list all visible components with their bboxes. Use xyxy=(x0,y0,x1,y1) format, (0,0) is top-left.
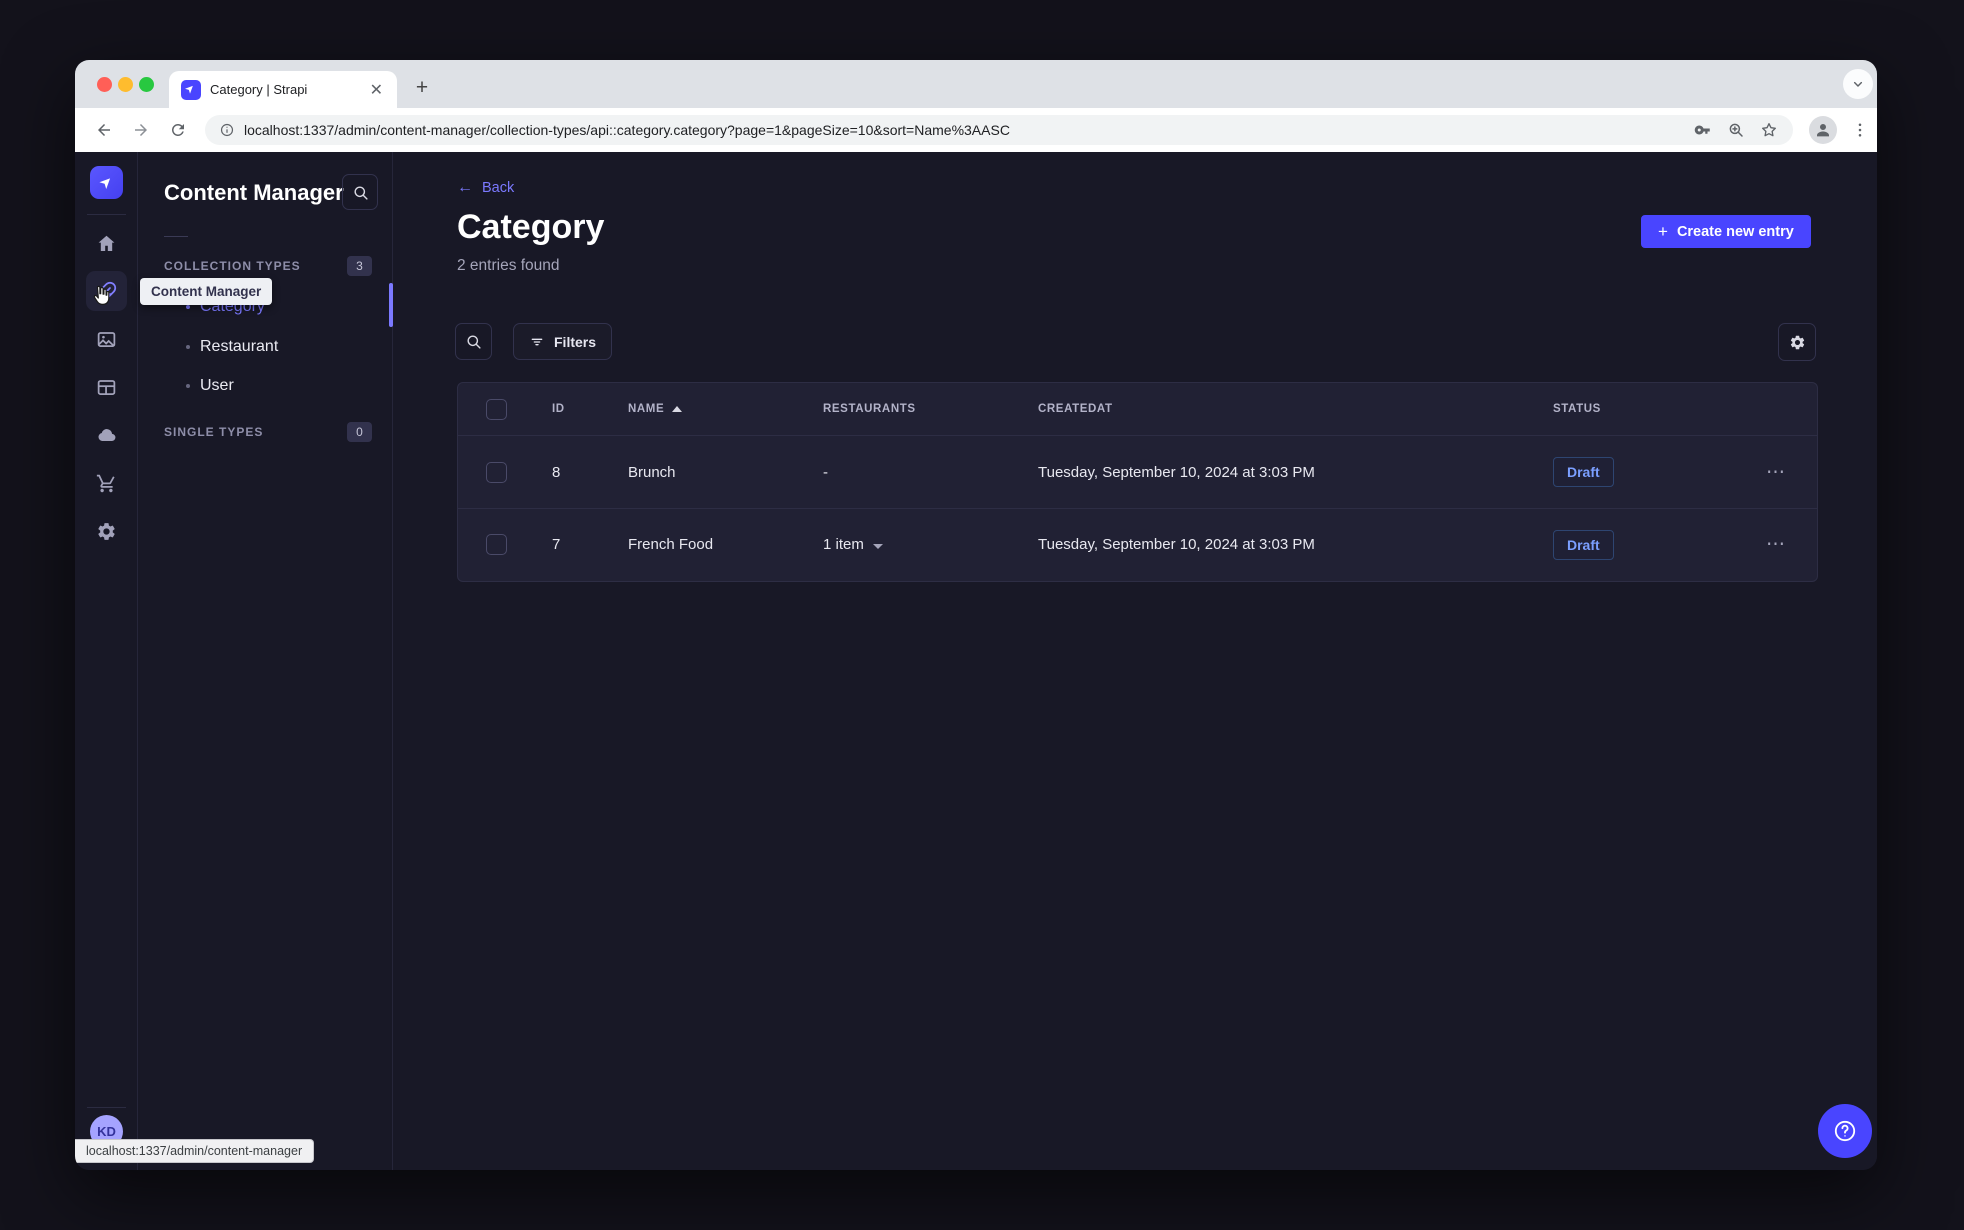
cell-id: 8 xyxy=(552,463,561,481)
url-bar[interactable]: localhost:1337/admin/content-manager/col… xyxy=(205,115,1793,145)
status-badge: Draft xyxy=(1553,529,1614,560)
chevron-down-icon xyxy=(872,544,883,549)
cell-restaurants: - xyxy=(823,463,828,481)
bullet-icon xyxy=(186,345,190,349)
zoom-page-icon[interactable] xyxy=(1727,121,1745,139)
site-info-icon[interactable] xyxy=(219,122,235,138)
browser-forward-icon[interactable] xyxy=(132,121,150,139)
create-new-entry-button[interactable]: + Create new entry xyxy=(1641,215,1811,248)
subnav-search-button[interactable] xyxy=(342,174,378,210)
strapi-logo[interactable]: ➤ xyxy=(90,166,123,199)
sort-asc-icon xyxy=(672,406,683,412)
browser-profile-icon[interactable] xyxy=(1809,116,1837,144)
column-header-name[interactable]: NAME xyxy=(604,403,799,415)
sidebar-item-user[interactable]: User xyxy=(138,366,393,406)
content-type-builder-icon[interactable] xyxy=(86,367,127,407)
row-actions-menu-icon[interactable]: ⋯ xyxy=(1746,534,1786,555)
single-types-label: SINGLE TYPES xyxy=(164,425,264,439)
row-checkbox[interactable] xyxy=(486,534,507,555)
filters-button[interactable]: Filters xyxy=(513,323,613,360)
plus-icon: + xyxy=(1658,221,1668,241)
url-text[interactable]: localhost:1337/admin/content-manager/col… xyxy=(244,122,1694,138)
marketplace-cart-icon[interactable] xyxy=(86,463,127,503)
column-header-id[interactable]: ID xyxy=(528,403,604,415)
table-header-row: ID NAME RESTAURANTS CREATEDAT STATUS xyxy=(458,383,1817,436)
browser-window: ➤ Category | Strapi ✕ + localhost:1337/a… xyxy=(75,60,1877,1170)
fullscreen-window-button[interactable] xyxy=(139,77,154,92)
main-content: ← Back Category 2 entries found + Create… xyxy=(393,152,1877,1170)
row-actions-menu-icon[interactable]: ⋯ xyxy=(1746,462,1786,483)
table-row[interactable]: 8 Brunch - Tuesday, September 10, 2024 a… xyxy=(458,436,1817,508)
collection-types-label: COLLECTION TYPES xyxy=(164,259,301,273)
password-key-icon[interactable] xyxy=(1694,121,1712,139)
table-row[interactable]: 7 French Food 1 item Tuesday, September … xyxy=(458,508,1817,580)
cell-createdat: Tuesday, September 10, 2024 at 3:03 PM xyxy=(1038,536,1315,553)
cell-id: 7 xyxy=(552,536,561,553)
collection-types-section: COLLECTION TYPES 3 xyxy=(164,256,372,276)
cell-createdat: Tuesday, September 10, 2024 at 3:03 PM xyxy=(1038,463,1315,481)
bullet-icon xyxy=(186,384,190,388)
sidebar-item-label: User xyxy=(200,377,234,394)
status-badge: Draft xyxy=(1553,457,1614,487)
media-library-icon[interactable] xyxy=(86,319,127,359)
minimize-window-button[interactable] xyxy=(118,77,133,92)
rail-divider xyxy=(87,1107,126,1108)
tab-title: Category | Strapi xyxy=(210,82,308,97)
filters-label: Filters xyxy=(554,333,597,350)
browser-back-icon[interactable] xyxy=(95,121,113,139)
tab-strip: ➤ Category | Strapi ✕ + xyxy=(75,60,1877,108)
column-header-status[interactable]: STATUS xyxy=(1529,403,1722,415)
page-title: Category xyxy=(457,208,605,246)
cloud-icon[interactable] xyxy=(86,415,127,455)
tab-close-icon[interactable]: ✕ xyxy=(368,80,385,100)
settings-gear-icon[interactable] xyxy=(86,511,127,551)
create-button-label: Create new entry xyxy=(1676,223,1794,240)
browser-status-bar: localhost:1337/admin/content-manager xyxy=(75,1139,315,1163)
sidebar-item-restaurant[interactable]: Restaurant xyxy=(138,327,393,367)
entries-count: 2 entries found xyxy=(457,257,560,274)
browser-tab[interactable]: ➤ Category | Strapi ✕ xyxy=(169,71,397,108)
subnav-title: Content Manager xyxy=(164,180,344,205)
cell-name: French Food xyxy=(628,536,714,553)
bookmark-star-icon[interactable] xyxy=(1760,121,1778,139)
bullet-icon xyxy=(186,305,190,309)
arrow-left-icon: ← xyxy=(457,179,473,196)
table-search-button[interactable] xyxy=(455,323,492,360)
new-tab-button[interactable]: + xyxy=(407,74,437,104)
nav-tooltip: Content Manager xyxy=(140,278,273,305)
column-header-createdat[interactable]: CREATEDAT xyxy=(1014,403,1529,415)
browser-menu-icon[interactable] xyxy=(1851,121,1869,139)
cell-name: Brunch xyxy=(628,463,676,481)
column-header-restaurants[interactable]: RESTAURANTS xyxy=(799,403,1014,415)
mouse-cursor xyxy=(89,284,113,308)
back-link[interactable]: ← Back xyxy=(457,179,514,197)
rail-divider xyxy=(87,214,126,215)
question-mark-icon xyxy=(1834,1120,1856,1142)
cell-restaurants[interactable]: 1 item xyxy=(799,536,1014,553)
browser-toolbar: localhost:1337/admin/content-manager/col… xyxy=(75,108,1877,152)
back-label: Back xyxy=(482,180,515,196)
select-all-checkbox[interactable] xyxy=(486,398,507,420)
subnav-divider xyxy=(164,236,188,237)
browser-reload-icon[interactable] xyxy=(169,121,187,139)
home-icon[interactable] xyxy=(86,223,127,263)
filter-icon xyxy=(531,338,543,345)
close-window-button[interactable] xyxy=(97,77,112,92)
sidebar-item-label: Restaurant xyxy=(200,338,279,355)
view-settings-button[interactable] xyxy=(1778,323,1816,361)
strapi-favicon: ➤ xyxy=(181,79,201,100)
tab-search-chevron-icon[interactable] xyxy=(1843,69,1873,99)
strapi-app: ➤ KD Content Manager COLLECTION TYPES 3 … xyxy=(75,152,1877,1170)
single-types-count-badge: 0 xyxy=(347,422,372,442)
entries-table: ID NAME RESTAURANTS CREATEDAT STATUS 8 B… xyxy=(457,382,1818,582)
row-checkbox[interactable] xyxy=(486,461,507,483)
collection-types-count-badge: 3 xyxy=(347,256,372,276)
help-button[interactable] xyxy=(1818,1104,1872,1158)
single-types-section: SINGLE TYPES 0 xyxy=(164,422,372,442)
